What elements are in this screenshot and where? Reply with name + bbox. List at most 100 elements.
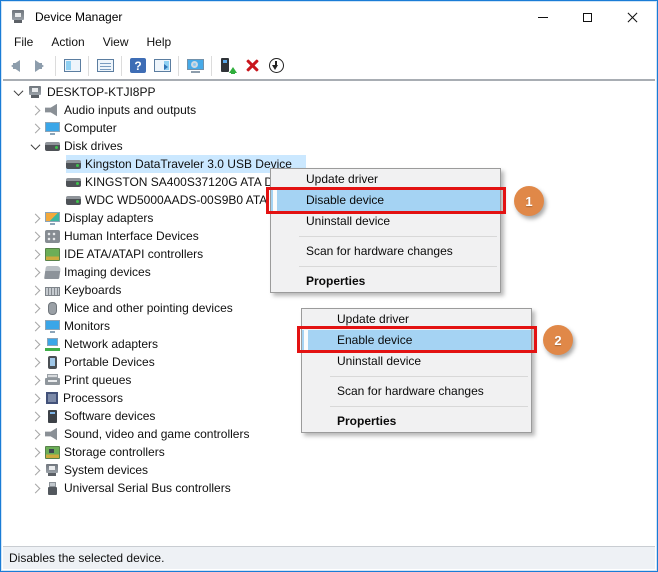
help-icon: ? [130,58,146,73]
toolbar: ? [3,52,655,79]
chevron-right-icon[interactable] [31,447,41,457]
device-manager-window: Device Manager File Action View Help ? [0,0,658,572]
menu-item-properties[interactable]: Properties [271,271,500,292]
chevron-right-icon[interactable] [31,375,41,385]
menu-item-scan-hardware[interactable]: Scan for hardware changes [302,381,531,402]
tree-item-label: Universal Serial Bus controllers [64,481,231,495]
toolbar-separator [121,56,122,76]
chevron-right-icon[interactable] [31,465,41,475]
status-bar: Disables the selected device. [3,546,655,569]
menu-item-scan-hardware[interactable]: Scan for hardware changes [271,241,500,262]
update-driver-button[interactable] [216,54,240,78]
tree-item-label: Print queues [64,373,131,387]
display-adapter-icon [45,212,60,225]
menu-item-uninstall-device[interactable]: Uninstall device [302,351,531,372]
computer-icon [28,86,43,99]
help-button[interactable]: ? [126,54,150,78]
tree-item-label: Audio inputs and outputs [64,103,196,117]
chevron-right-icon[interactable] [31,123,41,133]
annotation-box-disable-device [266,187,506,214]
chevron-right-icon[interactable] [31,339,41,349]
disable-device-button[interactable] [264,54,288,78]
network-icon [45,338,60,351]
chevron-down-icon[interactable] [14,86,24,96]
toolbar-divider [3,79,655,81]
uninstall-device-button[interactable] [240,54,264,78]
menu-action[interactable]: Action [42,33,93,51]
tree-item-label: Display adapters [64,211,153,225]
menu-separator [302,372,531,381]
properties-button[interactable] [93,54,117,78]
tree-item-label: Software devices [64,409,155,423]
disk-drive-icon [66,159,81,170]
toolbar-separator [55,56,56,76]
window-title: Device Manager [35,10,122,24]
device-manager-icon [11,10,26,24]
chevron-right-icon[interactable] [31,231,41,241]
forward-button[interactable] [27,54,51,78]
controller-card-icon [45,248,60,261]
chevron-right-icon[interactable] [31,105,41,115]
tree-item-label: Storage controllers [64,445,165,459]
chevron-right-icon[interactable] [31,213,41,223]
show-console-tree-icon [64,59,81,72]
disable-device-icon [269,58,284,73]
toolbar-separator [178,56,179,76]
chevron-right-icon[interactable] [31,249,41,259]
menu-view[interactable]: View [94,33,138,51]
menu-item-properties[interactable]: Properties [302,411,531,432]
tree-item-label: System devices [64,463,148,477]
tree-item-label: Human Interface Devices [64,229,199,243]
toolbar-separator [211,56,212,76]
properties-icon [97,59,114,72]
tree-item-label: Monitors [64,319,110,333]
chevron-right-icon[interactable] [31,321,41,331]
scan-for-hardware-changes-button[interactable] [183,54,207,78]
menu-separator [271,262,500,271]
speaker-icon [45,428,60,441]
close-button[interactable] [610,3,655,31]
portable-device-icon [48,356,57,369]
tree-item-usb-controllers[interactable]: Universal Serial Bus controllers [3,479,653,497]
show-action-pane-icon [154,59,171,72]
usb-icon [45,482,60,495]
show-action-pane-button[interactable] [150,54,174,78]
tree-item-system-devices[interactable]: System devices [3,461,653,479]
menu-help[interactable]: Help [138,33,181,51]
back-button[interactable] [3,54,27,78]
minimize-button[interactable] [520,3,565,31]
menu-item-uninstall-device[interactable]: Uninstall device [271,211,500,232]
chevron-down-icon[interactable] [31,140,41,150]
chevron-right-icon[interactable] [31,393,41,403]
chevron-right-icon[interactable] [31,267,41,277]
chevron-right-icon[interactable] [31,411,41,421]
uninstall-device-icon [246,59,259,72]
monitor-icon [45,122,60,135]
tree-item-storage-controllers[interactable]: Storage controllers [3,443,653,461]
chevron-right-icon[interactable] [31,285,41,295]
tree-item-label: Portable Devices [64,355,155,369]
show-console-tree-button[interactable] [60,54,84,78]
speaker-icon [45,104,60,117]
disk-drive-icon [45,141,60,152]
scanner-icon [44,266,61,279]
tree-item-desktop[interactable]: DESKTOP-KTJI8PP [3,83,653,101]
tree-item-disk-drives[interactable]: Disk drives [3,137,653,155]
chevron-right-icon[interactable] [31,303,41,313]
tree-item-computer[interactable]: Computer [3,119,653,137]
tree-item-audio[interactable]: Audio inputs and outputs [3,101,653,119]
tree-item-label: Imaging devices [64,265,151,279]
chevron-right-icon[interactable] [31,483,41,493]
chevron-right-icon[interactable] [31,429,41,439]
menu-file[interactable]: File [5,33,42,51]
menu-separator [302,402,531,411]
status-text: Disables the selected device. [9,551,164,565]
chevron-right-icon[interactable] [31,357,41,367]
back-icon [11,60,20,72]
computer-icon [45,464,60,477]
maximize-button[interactable] [565,3,610,31]
tree-item-label: Processors [63,391,123,405]
disk-drive-icon [66,195,81,206]
monitor-icon [45,320,60,333]
maximize-icon [583,13,592,22]
